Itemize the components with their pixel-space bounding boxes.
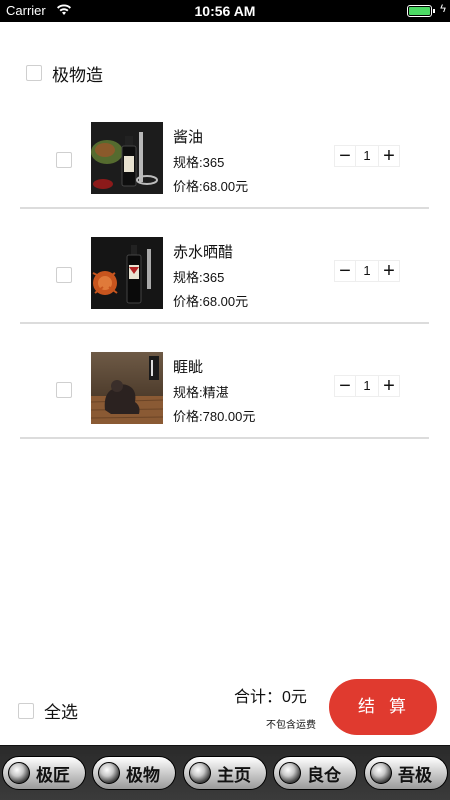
battery-nub [433,9,435,13]
decrease-button[interactable]: − [335,261,355,281]
item-name: 酱油 [173,129,204,146]
product-image-yazi-figurine [91,352,163,424]
product-image-soy-sauce [91,122,163,194]
item-checkbox[interactable] [56,267,72,283]
select-all[interactable]: 全选 [18,698,78,723]
quantity-stepper: − 1 + [334,145,400,167]
tab-label: 极匠 [36,765,70,785]
divider [20,437,429,439]
quantity-value[interactable]: 1 [355,261,379,281]
tab-orb-icon [189,762,211,784]
item-spec: 规格:365 [173,155,225,170]
divider [20,322,429,324]
tab-orb-icon [279,762,301,784]
cart-item: 赤水晒醋 规格:365 价格:68.00元 − 1 + [0,225,450,340]
tab-label: 良仓 [307,765,341,785]
status-bar: Carrier 10:56 AM ϟ [0,0,450,22]
tab-orb-icon [370,762,392,784]
increase-button[interactable]: + [379,376,399,396]
tab-wuji[interactable]: 吾极 [364,756,448,790]
select-all-checkbox[interactable] [18,702,34,719]
battery-icon [407,5,432,17]
select-all-label: 全选 [44,703,78,722]
quantity-stepper: − 1 + [334,260,400,282]
item-checkbox[interactable] [56,382,72,398]
item-checkbox[interactable] [56,152,72,168]
tab-bar: 极匠 极物 主页 良仓 吾极 [0,745,450,800]
tab-liangcang[interactable]: 良仓 [273,756,357,790]
cart-item: 睚眦 规格:精湛 价格:780.00元 − 1 + [0,340,450,455]
tab-jiwu[interactable]: 极物 [92,756,176,790]
tab-orb-icon [8,762,30,784]
total-amount: 合计：0元 [234,689,307,706]
product-image-vinegar [91,237,163,309]
item-price: 价格:780.00元 [173,409,256,424]
tab-label: 主页 [217,765,251,785]
decrease-button[interactable]: − [335,146,355,166]
quantity-value[interactable]: 1 [355,146,379,166]
divider [20,207,429,209]
tab-label: 吾极 [398,765,432,785]
item-spec: 规格:365 [173,270,225,285]
quantity-value[interactable]: 1 [355,376,379,396]
clock: 10:56 AM [194,3,256,19]
shop-name: 极物造 [52,65,103,85]
item-price: 价格:68.00元 [173,179,249,194]
tab-label: 极物 [126,765,160,785]
increase-button[interactable]: + [379,146,399,166]
tab-home[interactable]: 主页 [183,756,267,790]
checkout-button[interactable]: 结算 [329,679,437,735]
quantity-stepper: − 1 + [334,375,400,397]
tab-jijiang[interactable]: 极匠 [2,756,86,790]
cart-item: 酱油 规格:365 价格:68.00元 − 1 + [0,110,450,225]
item-name: 睚眦 [173,359,204,376]
shipping-note: 不包含运费 [266,720,316,731]
item-price: 价格:68.00元 [173,294,249,309]
charging-icon: ϟ [440,3,446,15]
item-spec: 规格:精湛 [173,385,229,400]
tab-orb-icon [98,762,120,784]
shop-checkbox[interactable] [26,65,42,81]
decrease-button[interactable]: − [335,376,355,396]
increase-button[interactable]: + [379,261,399,281]
shop-header: 极物造 [26,62,103,85]
item-name: 赤水晒醋 [173,244,234,261]
